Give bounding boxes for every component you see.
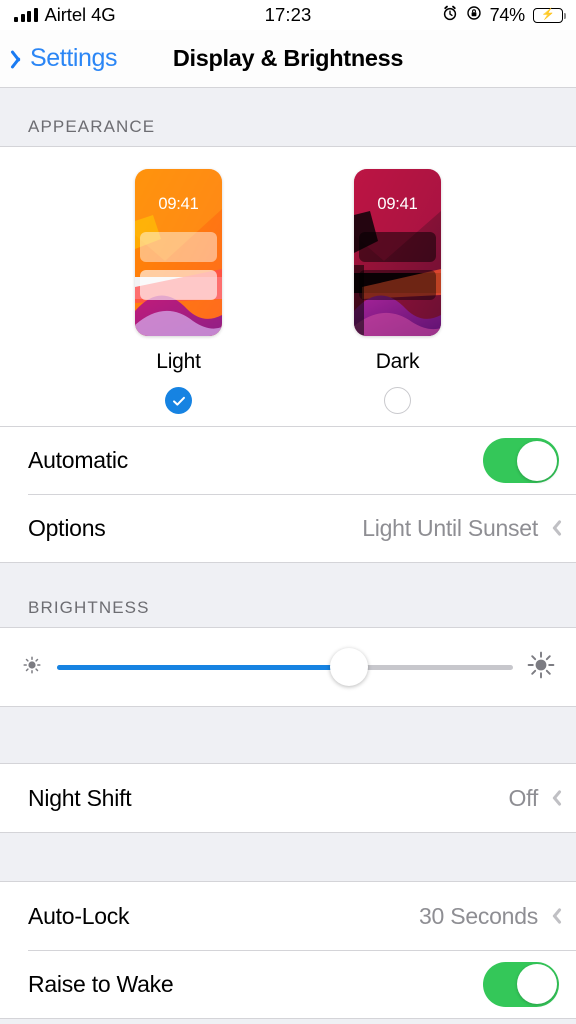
gap-after-brightness: [0, 707, 576, 763]
status-bar-right: 74% ⚡: [442, 4, 567, 26]
display-brightness-screen: Airtel 4G 17:23 74% ⚡ Settings Display &…: [0, 0, 576, 1024]
brightness-slider-fill: [57, 664, 349, 670]
appearance-section-header: APPEARANCE: [0, 88, 576, 146]
appearance-option-dark-label: Dark: [375, 350, 420, 373]
brightness-section-header: BRIGHTNESS: [0, 563, 576, 627]
appearance-section-header-label: APPEARANCE: [28, 117, 156, 136]
battery-percent-label: 74%: [489, 4, 526, 25]
brightness-card: [0, 627, 576, 707]
night-shift-card: Night Shift Off: [0, 763, 576, 833]
navigation-bar: Settings Display & Brightness: [0, 30, 576, 88]
row-night-shift[interactable]: Night Shift Off: [0, 764, 576, 832]
light-preview-time: 09:41: [158, 195, 199, 213]
gap-after-night-shift: [0, 833, 576, 881]
sun-min-icon: [20, 653, 44, 682]
row-auto-lock-label: Auto-Lock: [28, 902, 130, 929]
light-preview-notification-1: [140, 232, 217, 262]
dark-preview-notification-2: [359, 270, 436, 300]
battery-charging-icon: ⚡: [533, 7, 567, 23]
appearance-option-light-label: Light: [156, 350, 201, 373]
appearance-option-light[interactable]: 09:41 Light: [135, 169, 222, 414]
status-bar: Airtel 4G 17:23 74% ⚡: [0, 0, 576, 30]
cellular-signal-icon: [14, 8, 38, 22]
chevron-right-icon: [549, 789, 559, 808]
chevron-right-icon: [549, 907, 559, 926]
appearance-card: 09:41 Light 09:41 Dark Automatic Options…: [0, 146, 576, 563]
carrier-label: Airtel 4G: [44, 4, 116, 25]
dark-preview-thumbnail: 09:41: [354, 169, 441, 336]
automatic-toggle[interactable]: [483, 438, 559, 483]
row-raise-to-wake-label: Raise to Wake: [28, 970, 174, 997]
chevron-right-icon: [549, 519, 559, 538]
row-automatic-label: Automatic: [28, 447, 129, 473]
light-preview-notification-2: [140, 270, 217, 300]
back-button-label: Settings: [30, 44, 118, 72]
brightness-section-header-label: BRIGHTNESS: [28, 598, 150, 617]
light-selected-checkmark-icon[interactable]: [165, 387, 192, 414]
row-night-shift-label: Night Shift: [28, 784, 132, 811]
dark-unselected-radio[interactable]: [384, 387, 411, 414]
brightness-slider[interactable]: [57, 645, 513, 689]
dark-preview-notification-1: [359, 232, 436, 262]
row-automatic[interactable]: Automatic: [0, 426, 576, 494]
rotation-lock-icon: [466, 5, 482, 26]
row-auto-lock[interactable]: Auto-Lock 30 Seconds: [0, 882, 576, 950]
brightness-slider-row: [0, 628, 576, 706]
sun-max-icon: [526, 650, 556, 685]
light-preview-thumbnail: 09:41: [135, 169, 222, 336]
raise-to-wake-toggle[interactable]: [483, 961, 559, 1007]
back-button[interactable]: Settings: [0, 44, 118, 73]
status-bar-left: Airtel 4G: [14, 4, 116, 26]
appearance-previews: 09:41 Light 09:41 Dark: [0, 147, 576, 426]
dark-preview-time: 09:41: [377, 195, 418, 213]
appearance-option-dark[interactable]: 09:41 Dark: [354, 169, 441, 414]
chevron-left-icon: [14, 48, 27, 70]
row-auto-lock-value: 30 Seconds: [419, 902, 538, 929]
row-options-label: Options: [28, 514, 106, 541]
alarm-clock-icon: [442, 5, 458, 26]
row-options[interactable]: Options Light Until Sunset: [0, 494, 576, 562]
row-night-shift-value: Off: [508, 784, 538, 811]
lock-card: Auto-Lock 30 Seconds Raise to Wake: [0, 881, 576, 1019]
row-raise-to-wake[interactable]: Raise to Wake: [0, 950, 576, 1018]
row-options-value: Light Until Sunset: [362, 514, 538, 541]
brightness-slider-thumb[interactable]: [329, 648, 368, 686]
